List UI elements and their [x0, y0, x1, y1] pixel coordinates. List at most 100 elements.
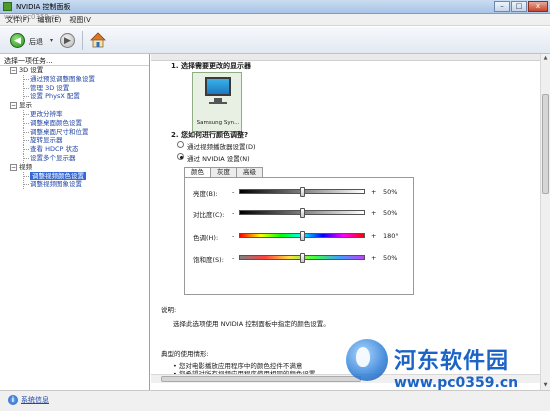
tree-connector	[23, 175, 29, 177]
tree-item-label[interactable]: 更改分辨率	[30, 110, 63, 119]
radio-video-player[interactable]	[177, 141, 184, 148]
slider-track[interactable]	[239, 253, 365, 263]
tree-connector	[23, 113, 29, 115]
description-heading: 说明:	[161, 306, 177, 314]
color-slider-row: 饱和度(S): - +50%	[185, 252, 415, 264]
window-controls: – □ x	[494, 1, 548, 12]
tree-connector	[23, 87, 29, 89]
description-text: 选择此选项使用 NVIDIA 控制面板中指定的颜色设置。	[173, 320, 330, 328]
slider-minus: -	[232, 209, 235, 217]
tree-category[interactable]: − 视频	[0, 163, 149, 172]
slider-track[interactable]	[239, 208, 365, 218]
slider-plus: +	[371, 232, 377, 240]
home-icon[interactable]	[89, 31, 107, 49]
tree-item[interactable]: 调整视频图象设置	[0, 180, 149, 190]
monitor-icon	[205, 77, 231, 96]
slider-plus: +	[371, 254, 377, 262]
color-slider-row: 对比度(C): - +50%	[185, 207, 415, 219]
display-tile[interactable]: Samsung Syn...	[192, 72, 242, 132]
slider-minus: -	[232, 232, 235, 240]
radio-nvidia-label[interactable]: 通过 NVIDIA 设置(N)	[187, 153, 250, 163]
tree-item[interactable]: 设置 PhysX 配置	[0, 92, 149, 102]
slider-label: 亮度(B):	[193, 190, 218, 198]
horizontal-scroll-thumb[interactable]	[161, 376, 361, 382]
close-button[interactable]: x	[528, 1, 548, 12]
tree-category-label[interactable]: 视频	[19, 163, 32, 172]
menu-edit[interactable]: 编辑(E)	[38, 14, 62, 25]
slider-minus: -	[232, 188, 235, 196]
tree-item-label[interactable]: 调整视频图象设置	[30, 180, 82, 189]
tree-item-label[interactable]: 设置 PhysX 配置	[30, 92, 80, 101]
tree-item[interactable]: 调整桌面颜色设置	[0, 118, 149, 128]
scroll-up-icon[interactable]: ▲	[541, 54, 550, 63]
maximize-button[interactable]: □	[511, 1, 527, 12]
tree-item-label[interactable]: 旋转显示器	[30, 136, 63, 145]
slider-value: 50%	[383, 209, 398, 217]
tree-item[interactable]: 旋转显示器	[0, 136, 149, 146]
forward-arrow-icon[interactable]: ▶	[60, 33, 75, 48]
vertical-scrollbar[interactable]: ▲ ▼	[540, 54, 550, 390]
color-tab-content: 亮度(B): - +50% 对比度(C): - +50% 色调(H): - +180° 饱和度(S…	[184, 177, 414, 295]
typical-usage-heading: 典型的使用情形:	[161, 350, 209, 358]
tree-item-label[interactable]: 调整桌面颜色设置	[30, 119, 82, 128]
section-select-display: 1. 选择需要更改的显示器	[171, 62, 251, 70]
tab-gamma[interactable]: 灰度	[210, 167, 237, 177]
slider-label: 对比度(C):	[193, 211, 225, 219]
system-info-label[interactable]: 系统信息	[21, 395, 49, 405]
slider-thumb[interactable]	[300, 253, 305, 263]
slider-thumb[interactable]	[300, 187, 305, 197]
toolbar-separator	[82, 31, 83, 50]
tree-item[interactable]: 查看 HDCP 状态	[0, 145, 149, 155]
scroll-down-icon[interactable]: ▼	[541, 381, 550, 390]
tree-category-label[interactable]: 3D 设置	[19, 66, 43, 75]
slider-thumb[interactable]	[300, 208, 305, 218]
system-info-link[interactable]: i 系统信息	[8, 395, 49, 405]
slider-track[interactable]	[239, 231, 365, 241]
tree-item[interactable]: 调整桌面尺寸和位置	[0, 127, 149, 137]
tree-item[interactable]: 通过预览调整图象设置	[0, 74, 149, 84]
slider-label: 饱和度(S):	[193, 256, 224, 264]
menu-view[interactable]: 视图(V	[69, 14, 91, 25]
tree-category[interactable]: −3D 设置	[0, 66, 149, 75]
status-bar	[0, 390, 550, 411]
minimize-button[interactable]: –	[494, 1, 510, 12]
tree-connector	[23, 96, 29, 98]
radio-video-player-label[interactable]: 通过视频播放器设置(D)	[187, 141, 256, 151]
tree-category[interactable]: − 显示	[0, 101, 149, 110]
radio-nvidia[interactable]	[177, 153, 184, 160]
slider-plus: +	[371, 188, 377, 196]
tree-item-label[interactable]: 通过预览调整图象设置	[30, 75, 95, 84]
tree-item[interactable]: 更改分辨率	[0, 109, 149, 119]
slider-thumb[interactable]	[300, 231, 305, 241]
tree-connector	[23, 157, 29, 159]
back-arrow-icon[interactable]: ◀	[10, 33, 25, 48]
tab-advanced[interactable]: 高级	[236, 167, 263, 177]
slider-plus: +	[371, 209, 377, 217]
tree-item[interactable]: 设置多个显示器	[0, 153, 149, 163]
collapse-icon[interactable]: −	[10, 67, 17, 74]
slider-value: 180°	[383, 232, 399, 240]
slider-label: 色调(H):	[193, 234, 219, 242]
color-slider-row: 亮度(B): - +50%	[185, 186, 415, 198]
slider-value: 50%	[383, 188, 398, 196]
toolbar: ◀ 后退 ▾ ▶	[0, 27, 550, 54]
scroll-thumb[interactable]	[542, 94, 549, 194]
content-panel: 1. 选择需要更改的显示器 Samsung Syn... 2. 您如何进行颜色调…	[151, 54, 550, 390]
window-title: NVIDIA 控制面板	[16, 3, 71, 11]
info-icon: i	[8, 395, 18, 405]
task-tree: −3D 设置 通过预览调整图象设置 管理 3D 设置 设置 PhysX 配置 − 显示 更改…	[0, 66, 149, 190]
display-name: Samsung Syn...	[196, 120, 240, 126]
slider-value: 50%	[383, 254, 398, 262]
collapse-icon[interactable]: −	[10, 102, 17, 110]
collapse-icon[interactable]: −	[10, 163, 17, 171]
tree-category-label[interactable]: 显示	[19, 101, 32, 110]
tree-connector	[23, 131, 29, 133]
slider-track[interactable]	[239, 187, 365, 197]
menu-file[interactable]: 文件(F)	[6, 14, 30, 25]
back-dropdown-icon[interactable]: ▾	[50, 37, 53, 44]
back-label[interactable]: 后退	[29, 37, 43, 47]
tree-item-label[interactable]: 设置多个显示器	[30, 154, 76, 163]
tree-item-label[interactable]: 查看 HDCP 状态	[30, 145, 78, 154]
color-tabs: 颜色 灰度 高级	[184, 167, 263, 178]
horizontal-scrollbar[interactable]	[151, 374, 540, 383]
